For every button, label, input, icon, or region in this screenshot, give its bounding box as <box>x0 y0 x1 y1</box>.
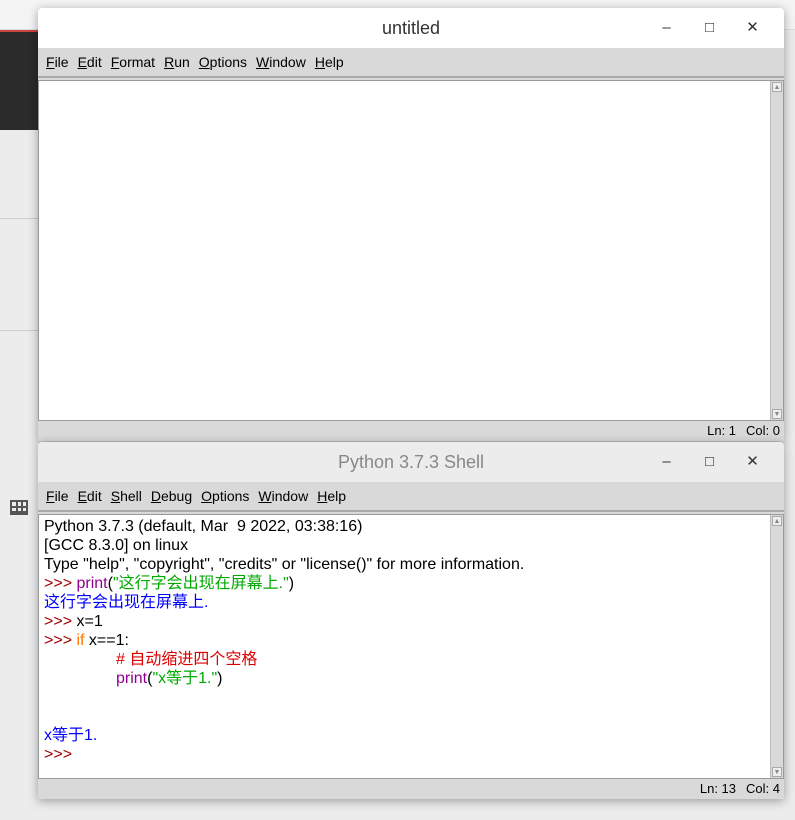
input-line: >>> x=1 <box>44 612 524 631</box>
string: "这行字会出现在屏幕上." <box>112 575 289 592</box>
input-line: >>> print("这行字会出现在屏幕上.") <box>44 574 524 593</box>
column-number: Col: 0 <box>746 423 780 438</box>
close-icon[interactable]: ✕ <box>731 8 774 48</box>
paren: ) <box>217 670 223 687</box>
window-title: untitled <box>381 18 441 38</box>
menu-options[interactable]: Options <box>199 54 247 70</box>
string: "x等于1." <box>152 670 218 687</box>
banner-line: Type "help", "copyright", "credits" or "… <box>44 556 525 573</box>
scroll-up-icon[interactable]: ▲ <box>772 516 782 526</box>
code: x==1: <box>84 632 129 649</box>
menu-bar: File Edit Format Run Options Window Help <box>38 48 784 78</box>
scroll-up-icon[interactable]: ▲ <box>772 82 782 92</box>
builtin: print <box>116 670 148 687</box>
divider <box>0 218 40 219</box>
menu-bar: File Edit Shell Debug Options Window Hel… <box>38 482 784 512</box>
close-icon[interactable]: ✕ <box>731 442 774 482</box>
minimize-icon[interactable]: – <box>645 442 688 482</box>
menu-window[interactable]: Window <box>256 54 306 70</box>
status-bar: Ln: 1 Col: 0 <box>697 423 780 438</box>
maximize-icon[interactable]: □ <box>688 442 731 482</box>
builtin: print <box>76 575 108 592</box>
input-line: print("x等于1.") <box>44 669 524 688</box>
editor-text-area[interactable]: ▲ ▼ <box>38 80 784 421</box>
menu-help[interactable]: Help <box>317 488 346 504</box>
scroll-down-icon[interactable]: ▼ <box>772 767 782 777</box>
code: x=1 <box>76 613 103 630</box>
menu-shell[interactable]: Shell <box>111 488 142 504</box>
menu-file[interactable]: File <box>46 488 69 504</box>
menu-format[interactable]: Format <box>111 54 155 70</box>
title-bar[interactable]: Python 3.7.3 Shell – □ ✕ <box>38 442 784 482</box>
banner-line: [GCC 8.3.0] on linux <box>44 537 189 554</box>
prompt: >>> <box>44 746 77 763</box>
editor-window: untitled – □ ✕ File Edit Format Run Opti… <box>38 8 784 441</box>
divider <box>0 330 40 331</box>
prompt: >>> <box>44 575 77 592</box>
scrollbar[interactable]: ▲ ▼ <box>770 81 783 420</box>
title-bar[interactable]: untitled – □ ✕ <box>38 8 784 48</box>
prompt: >>> <box>44 632 77 649</box>
input-line: # 自动缩进四个空格 <box>44 650 524 669</box>
maximize-icon[interactable]: □ <box>688 8 731 48</box>
window-title: Python 3.7.3 Shell <box>337 452 485 472</box>
status-bar: Ln: 13 Col: 4 <box>690 781 780 796</box>
line-number: Ln: 13 <box>699 781 737 796</box>
menu-file[interactable]: File <box>46 54 69 70</box>
input-line: >>> if x==1: <box>44 631 524 650</box>
menu-edit[interactable]: Edit <box>78 54 102 70</box>
minimize-icon[interactable]: – <box>645 8 688 48</box>
menu-options[interactable]: Options <box>201 488 249 504</box>
scroll-down-icon[interactable]: ▼ <box>772 409 782 419</box>
menu-edit[interactable]: Edit <box>78 488 102 504</box>
menu-help[interactable]: Help <box>315 54 344 70</box>
scrollbar[interactable]: ▲ ▼ <box>770 515 783 778</box>
comment: # 自动缩进四个空格 <box>116 651 258 668</box>
background-panel <box>0 30 40 130</box>
output-line: 这行字会出现在屏幕上. <box>44 594 209 611</box>
menu-run[interactable]: Run <box>164 54 190 70</box>
table-icon[interactable] <box>10 500 28 515</box>
column-number: Col: 4 <box>746 781 780 796</box>
prompt: >>> <box>44 613 77 630</box>
output-line: x等于1. <box>44 727 98 744</box>
menu-debug[interactable]: Debug <box>151 488 192 504</box>
shell-window: Python 3.7.3 Shell – □ ✕ File Edit Shell… <box>38 442 784 799</box>
line-number: Ln: 1 <box>707 423 737 438</box>
paren: ) <box>288 575 295 592</box>
menu-window[interactable]: Window <box>258 488 308 504</box>
banner-line: Python 3.7.3 (default, Mar 9 2022, 03:38… <box>44 518 363 535</box>
shell-output: Python 3.7.3 (default, Mar 9 2022, 03:38… <box>44 517 524 764</box>
shell-text-area[interactable]: Python 3.7.3 (default, Mar 9 2022, 03:38… <box>38 514 784 779</box>
